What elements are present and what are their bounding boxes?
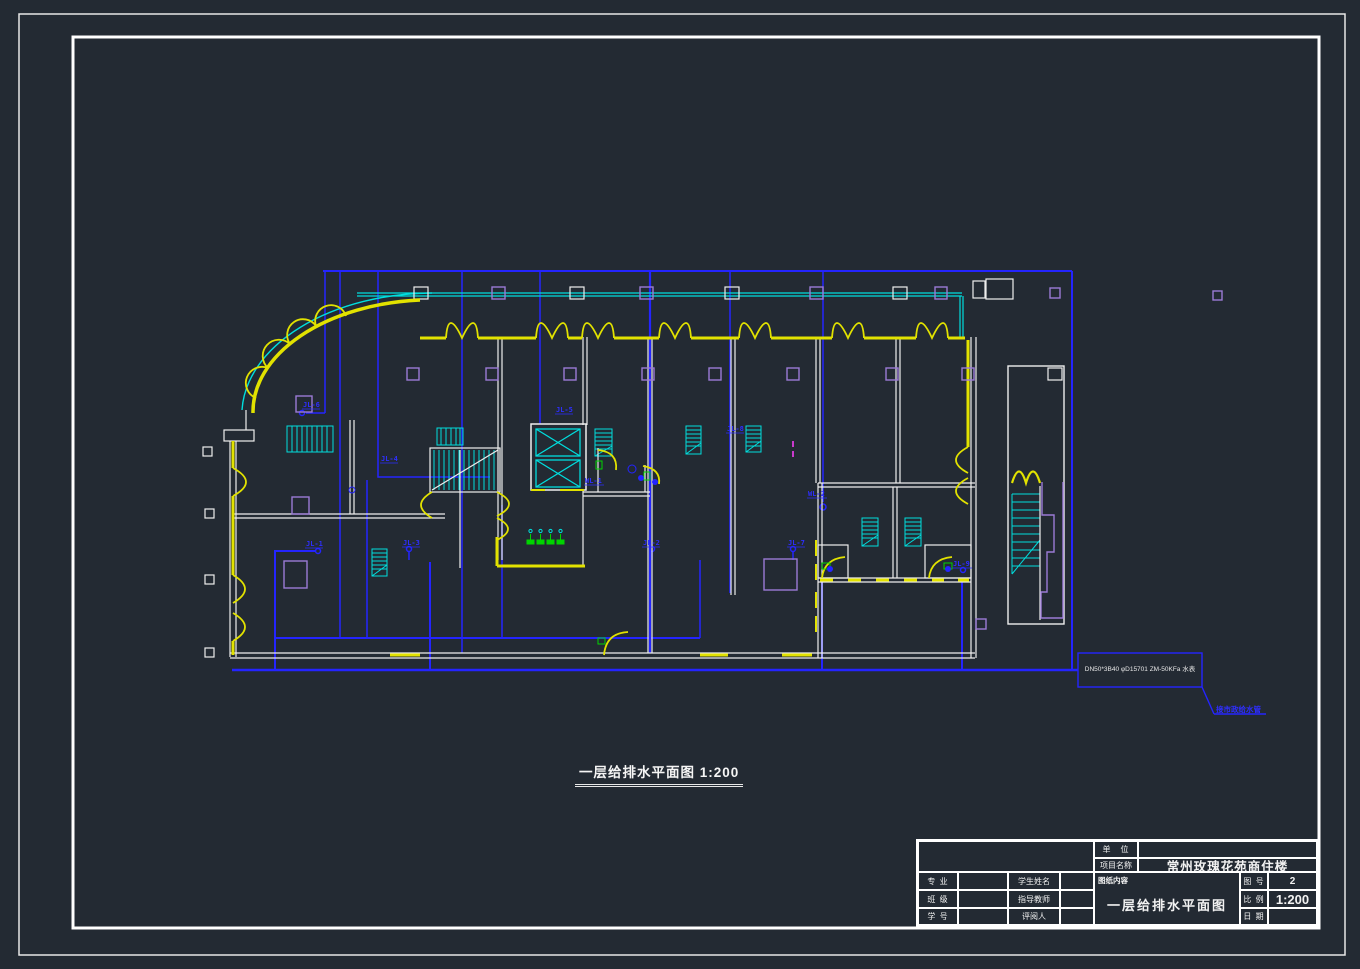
major-label: 专 业 — [918, 872, 958, 890]
project-label: 项目名称 — [1094, 858, 1138, 872]
floor-plan-drawing: JL-6 JL-4 JL-5 JL-8 WL-1 JL-3 JL-2 JL-7 … — [0, 0, 1360, 969]
pipe-labels: JL-6 JL-4 JL-5 JL-8 WL-1 JL-3 JL-2 JL-7 … — [302, 401, 972, 568]
student-no-label: 学 号 — [918, 908, 958, 925]
cad-sheet: JL-6 JL-4 JL-5 JL-8 WL-1 JL-3 JL-2 JL-7 … — [0, 0, 1360, 969]
entry-doors — [446, 323, 948, 338]
student-name-label: 学生姓名 — [1008, 872, 1060, 890]
pipe-label: JL-5 — [556, 406, 573, 414]
pipe-label: JL-2 — [643, 539, 660, 547]
walls-white — [203, 279, 1064, 658]
pipe-label: JL-8 — [727, 425, 744, 433]
scale-value: 1:200 — [1268, 890, 1317, 908]
student-name-value — [1060, 872, 1094, 890]
pipe-label: WL-1 — [585, 477, 602, 485]
pipe-label: JL-6 — [303, 401, 320, 409]
pipe-label: JL-3 — [403, 539, 420, 547]
class-value — [958, 890, 1008, 908]
scale-label: 比 例 — [1240, 890, 1268, 908]
plan-caption: 一层给排水平面图 1:200 — [575, 761, 743, 787]
reviewer-value — [1060, 908, 1094, 925]
unit-value — [1138, 841, 1317, 858]
content-label: 图纸内容 — [1098, 875, 1128, 886]
advisor-value — [1060, 890, 1094, 908]
municipal-main-label: 接市政给水管 — [1216, 704, 1261, 715]
drawing-name-cell: 图纸内容 一层给排水平面图 — [1094, 872, 1240, 925]
pipe-spec-note: DN50*3B40 φD15701 ZM-50KFa 水表 — [1080, 663, 1200, 673]
project-name: 常州玫瑰花苑商住楼 — [1138, 858, 1317, 872]
title-block: 专 业 学生姓名 班 级 指导教师 学 号 评阅人 单 位 项目名称 常州玫瑰花… — [916, 839, 1319, 927]
pipe-label: JL-7 — [788, 539, 805, 547]
major-value — [958, 872, 1008, 890]
date-label: 日 期 — [1240, 908, 1268, 925]
pipe-label: JL-4 — [381, 455, 398, 463]
pipe-label: WL-2 — [808, 490, 825, 498]
pipe-label: JL-9 — [953, 560, 970, 568]
unit-label: 单 位 — [1094, 841, 1138, 858]
date-value — [1268, 908, 1317, 925]
student-no-value — [958, 908, 1008, 925]
advisor-label: 指导教师 — [1008, 890, 1060, 908]
stairs — [287, 426, 1040, 576]
sheet-no-value: 2 — [1268, 872, 1317, 890]
sheet-borders — [19, 14, 1345, 955]
fixtures-green — [527, 461, 952, 644]
class-label: 班 级 — [918, 890, 958, 908]
blank-cell — [918, 841, 1094, 872]
reviewer-label: 评阅人 — [1008, 908, 1060, 925]
sheet-no-label: 图 号 — [1240, 872, 1268, 890]
drawing-name: 一层给排水平面图 — [1107, 895, 1227, 914]
pipe-label: JL-1 — [306, 540, 323, 548]
